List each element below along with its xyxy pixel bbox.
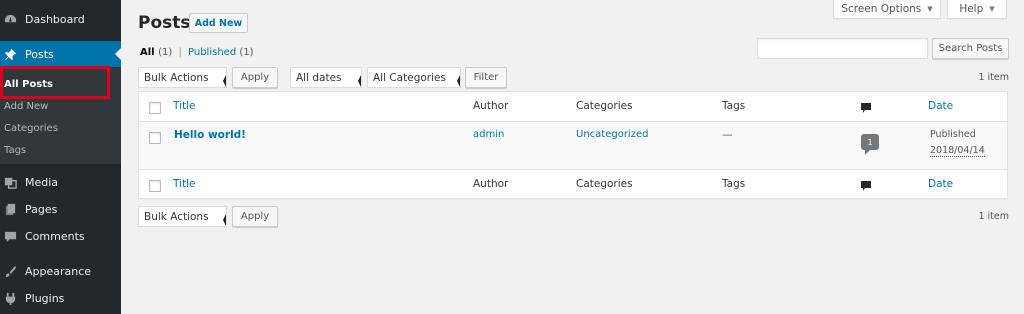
plugins-icon: [3, 291, 17, 305]
caret-down-icon: ▼: [927, 4, 933, 13]
highlight-box: [0, 66, 110, 99]
post-status-filters: All (1) | Published (1): [140, 47, 254, 58]
screen-options-label: Screen Options: [841, 2, 922, 15]
categories-select[interactable]: All Categories: [367, 67, 461, 88]
search-posts-button[interactable]: Search Posts: [932, 38, 1009, 59]
bulk-actions-label: Bulk Actions: [144, 210, 209, 223]
menu-item-pages[interactable]: Pages: [0, 196, 121, 222]
comments-icon: [3, 229, 17, 243]
help-label: Help: [959, 2, 984, 15]
select-arrow-icon: [455, 70, 460, 87]
apply-button[interactable]: Apply: [232, 67, 278, 88]
select-all-checkbox[interactable]: [149, 102, 161, 114]
view-all-link[interactable]: All (1): [140, 47, 172, 58]
select-arrow-icon: [221, 70, 226, 87]
table-row: Hello world! admin Uncategorized — 1 Pub…: [139, 122, 1007, 169]
view-published-link[interactable]: Published (1): [188, 47, 254, 58]
bulk-actions-select-bottom[interactable]: Bulk Actions: [138, 206, 227, 227]
column-tags-footer: Tags: [722, 178, 746, 190]
submenu-tags[interactable]: Tags: [4, 145, 26, 156]
bulk-actions-label: Bulk Actions: [144, 71, 209, 84]
bulk-actions-select[interactable]: Bulk Actions: [138, 67, 227, 88]
select-arrow-icon: [221, 209, 226, 226]
filter-button[interactable]: Filter: [465, 67, 507, 88]
post-title-link[interactable]: Hello world!: [174, 129, 246, 141]
add-new-button[interactable]: Add New: [189, 13, 248, 33]
column-date-footer[interactable]: Date: [928, 178, 953, 190]
post-author-link[interactable]: admin: [473, 129, 504, 140]
row-checkbox[interactable]: [149, 132, 161, 144]
menu-item-posts[interactable]: Posts: [0, 41, 121, 67]
items-count: 1 item: [978, 72, 1009, 83]
categories-label: All Categories: [373, 71, 446, 84]
menu-item-dashboard[interactable]: Dashboard: [0, 6, 121, 32]
comment-icon: [861, 181, 871, 191]
pushpin-icon: [3, 47, 17, 61]
dates-label: All dates: [296, 71, 342, 84]
media-icon: [3, 175, 17, 189]
select-arrow-icon: [356, 70, 361, 87]
view-separator: |: [178, 47, 182, 58]
help-button[interactable]: Help ▼: [947, 0, 1007, 19]
post-category-link[interactable]: Uncategorized: [576, 129, 648, 140]
menu-item-comments[interactable]: Comments: [0, 223, 121, 249]
menu-item-label: Dashboard: [25, 12, 85, 26]
table-footer-row: Title Author Categories Tags Date: [139, 169, 1007, 199]
menu-item-label: Pages: [25, 202, 58, 216]
comment-icon: [861, 103, 871, 113]
column-author-header: Author: [473, 100, 509, 112]
menu-item-label: Plugins: [25, 291, 65, 305]
dates-select[interactable]: All dates: [290, 67, 362, 88]
menu-item-label: Comments: [25, 229, 85, 243]
comment-count-bubble[interactable]: 1: [861, 134, 879, 155]
column-title-header[interactable]: Title: [173, 100, 196, 112]
search-input[interactable]: [757, 38, 928, 59]
column-title-footer[interactable]: Title: [173, 178, 196, 190]
menu-item-plugins[interactable]: Plugins: [0, 285, 121, 311]
pages-icon: [3, 202, 17, 216]
menu-item-media[interactable]: Media: [0, 169, 121, 195]
menu-item-label: Appearance: [25, 264, 92, 278]
column-author-footer: Author: [473, 178, 509, 190]
page-title: Posts: [138, 13, 191, 33]
table-header-row: Title Author Categories Tags Date: [139, 92, 1007, 122]
items-count-bottom: 1 item: [978, 211, 1009, 222]
column-date-header[interactable]: Date: [928, 100, 953, 112]
select-all-checkbox-footer[interactable]: [149, 180, 161, 192]
admin-sidebar: Dashboard Posts All Posts Add New Catego…: [0, 0, 121, 314]
column-tags-header: Tags: [722, 100, 746, 112]
caret-down-icon: ▼: [989, 4, 995, 13]
post-date: 2018/04/14: [930, 145, 985, 157]
posts-table: Title Author Categories Tags Date Hello …: [138, 91, 1008, 199]
column-categories-footer: Categories: [576, 178, 633, 190]
submenu-categories[interactable]: Categories: [4, 123, 58, 134]
menu-item-label: Posts: [25, 47, 54, 61]
submenu-add-new[interactable]: Add New: [4, 101, 48, 112]
apply-button-bottom[interactable]: Apply: [232, 206, 278, 227]
menu-item-label: Media: [25, 175, 59, 189]
post-tags: —: [722, 129, 733, 141]
dashboard-icon: [3, 12, 17, 26]
column-categories-header: Categories: [576, 100, 633, 112]
screen-options-button[interactable]: Screen Options ▼: [833, 0, 941, 19]
menu-item-appearance[interactable]: Appearance: [0, 258, 121, 284]
post-status: Published: [930, 129, 976, 140]
paintbrush-icon: [3, 264, 17, 278]
